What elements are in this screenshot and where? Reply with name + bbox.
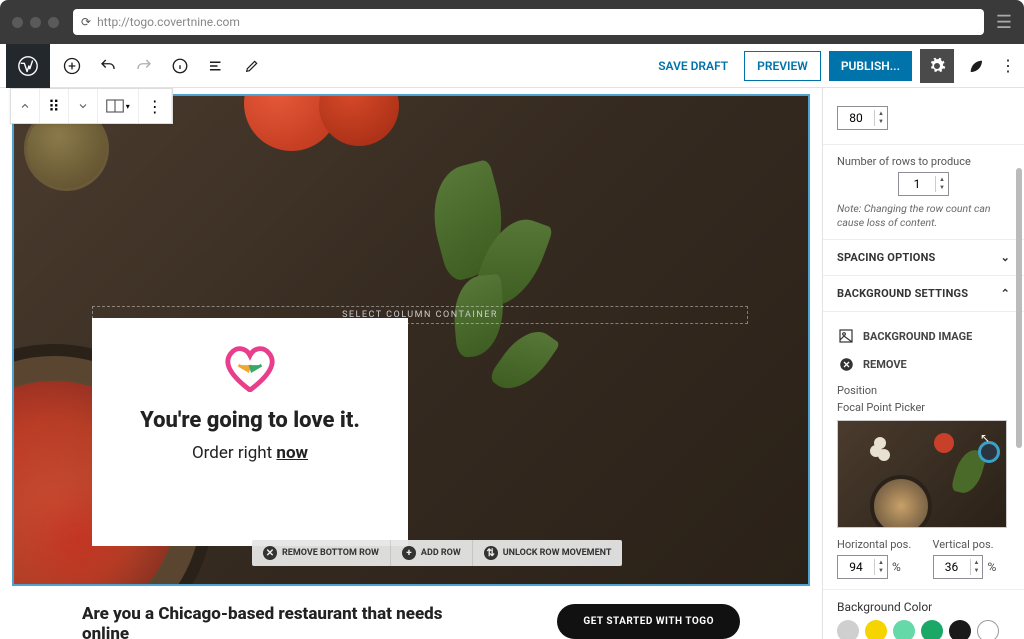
- image-icon: [837, 327, 855, 345]
- traffic-close[interactable]: [12, 17, 23, 28]
- reload-icon[interactable]: ⟳: [81, 15, 91, 29]
- spinner-icon[interactable]: ▲▼: [935, 176, 948, 192]
- editor-toolbar-right: SAVE DRAFT PREVIEW PUBLISH... ⋮: [650, 49, 1018, 83]
- add-block-icon[interactable]: [56, 50, 88, 82]
- color-swatch[interactable]: [977, 620, 999, 639]
- preview-button[interactable]: PREVIEW: [744, 51, 821, 81]
- menu-icon[interactable]: ☰: [996, 12, 1012, 33]
- edit-icon[interactable]: [236, 50, 268, 82]
- rows-panel: Number of rows to produce ▲▼ Note: Chang…: [823, 145, 1024, 240]
- spacing-panel-header[interactable]: SPACING OPTIONS ⌄: [823, 240, 1024, 276]
- below-heading[interactable]: Are you a Chicago-based restaurant that …: [82, 604, 462, 639]
- background-panel: BACKGROUND IMAGE REMOVE Position Focal P…: [823, 312, 1024, 590]
- scrollbar[interactable]: [1016, 168, 1022, 448]
- browser-chrome: ⟳ http://togo.covertnine.com ☰: [0, 0, 1024, 44]
- focal-picker-label: Focal Point Picker: [837, 401, 1010, 414]
- wordpress-logo-icon[interactable]: [6, 44, 50, 88]
- cta-button[interactable]: GET STARTED WITH TOGO: [557, 604, 740, 639]
- bg-color-label: Background Color: [837, 600, 1010, 614]
- hero-block[interactable]: SELECT COLUMN CONTAINER You're going to …: [12, 94, 810, 586]
- save-draft-button[interactable]: SAVE DRAFT: [650, 53, 736, 79]
- bg-image-button[interactable]: BACKGROUND IMAGE: [837, 322, 1010, 350]
- chevron-down-icon: ⌄: [1001, 251, 1010, 264]
- block-more-icon[interactable]: ⋮: [139, 89, 172, 123]
- add-icon: +: [402, 546, 416, 560]
- cursor-icon: ↖: [980, 431, 990, 445]
- drag-handle-icon[interactable]: ⠿: [40, 89, 69, 123]
- editor-canvas[interactable]: ⠿ ▾ ⋮ SELECT COLUMN CONTAINER You're goi: [0, 88, 822, 639]
- redo-icon[interactable]: [128, 50, 160, 82]
- hero-subtext[interactable]: Order right now: [192, 443, 308, 463]
- undo-icon[interactable]: [92, 50, 124, 82]
- row-controls: ✕REMOVE BOTTOM ROW +ADD ROW ⇅UNLOCK ROW …: [252, 540, 622, 566]
- block-toolbar: ⠿ ▾ ⋮: [10, 88, 173, 124]
- h-pos-label: Horizontal pos.: [837, 538, 915, 551]
- bg-color-panel: Background Color: [823, 590, 1024, 639]
- chevron-up-icon: ⌃: [1001, 287, 1010, 300]
- publish-button[interactable]: PUBLISH...: [829, 51, 912, 81]
- wp-admin-bar: SAVE DRAFT PREVIEW PUBLISH... ⋮: [0, 44, 1024, 88]
- spinner-icon[interactable]: ▲▼: [874, 559, 887, 575]
- hero-heading[interactable]: You're going to love it.: [140, 408, 360, 433]
- color-swatches: [837, 620, 1010, 639]
- spinner-icon[interactable]: ▲▼: [970, 559, 983, 575]
- remove-icon: ✕: [263, 546, 277, 560]
- spinner-icon[interactable]: ▲▼: [874, 110, 887, 126]
- rows-value[interactable]: [899, 177, 935, 191]
- h-pos-input[interactable]: ▲▼: [837, 555, 888, 579]
- color-swatch[interactable]: [865, 620, 887, 639]
- below-hero-section: Are you a Chicago-based restaurant that …: [12, 604, 810, 639]
- settings-gear-icon[interactable]: [920, 49, 954, 83]
- focal-point-picker[interactable]: ↖: [837, 420, 1007, 528]
- number-input-80[interactable]: ▲▼: [837, 106, 888, 130]
- heart-hands-icon: [221, 342, 279, 392]
- info-icon[interactable]: [164, 50, 196, 82]
- settings-sidebar: ▲▼ Number of rows to produce ▲▼ Note: Ch…: [822, 88, 1024, 639]
- traffic-max[interactable]: [48, 17, 59, 28]
- unlock-row-button[interactable]: ⇅UNLOCK ROW MOVEMENT: [473, 540, 623, 566]
- column-layout-icon[interactable]: ▾: [98, 89, 139, 123]
- color-swatch[interactable]: [893, 620, 915, 639]
- v-pos-label: Vertical pos.: [933, 538, 1011, 551]
- rows-label: Number of rows to produce: [837, 155, 1010, 168]
- traffic-min[interactable]: [30, 17, 41, 28]
- remove-bg-button[interactable]: REMOVE: [837, 350, 1010, 378]
- position-inputs: Horizontal pos. ▲▼ % Vertical pos.: [837, 538, 1010, 579]
- traffic-lights: [12, 17, 59, 28]
- url-bar[interactable]: ⟳ http://togo.covertnine.com: [73, 9, 984, 35]
- rows-note: Note: Changing the row count can cause l…: [837, 202, 1010, 229]
- color-swatch[interactable]: [921, 620, 943, 639]
- remove-row-button[interactable]: ✕REMOVE BOTTOM ROW: [252, 540, 391, 566]
- rows-input[interactable]: ▲▼: [898, 172, 949, 196]
- hero-card[interactable]: You're going to love it. Order right now: [92, 318, 408, 546]
- list-view-icon[interactable]: [200, 50, 232, 82]
- url-text: http://togo.covertnine.com: [97, 15, 240, 29]
- move-up-icon[interactable]: [11, 89, 40, 123]
- add-row-button[interactable]: +ADD ROW: [391, 540, 473, 566]
- unlock-icon: ⇅: [484, 546, 498, 560]
- v-pos-input[interactable]: ▲▼: [933, 555, 984, 579]
- editor-toolbar-left: [56, 50, 268, 82]
- number-field-row: ▲▼: [823, 88, 1024, 145]
- color-swatch[interactable]: [837, 620, 859, 639]
- remove-circle-icon: [837, 355, 855, 373]
- number-value[interactable]: [838, 111, 874, 125]
- move-down-icon[interactable]: [69, 89, 98, 123]
- leaf-icon[interactable]: [962, 57, 990, 75]
- more-options-icon[interactable]: ⋮: [998, 56, 1018, 75]
- position-label: Position: [837, 384, 1010, 397]
- background-panel-header[interactable]: BACKGROUND SETTINGS ⌃: [823, 276, 1024, 312]
- color-swatch[interactable]: [949, 620, 971, 639]
